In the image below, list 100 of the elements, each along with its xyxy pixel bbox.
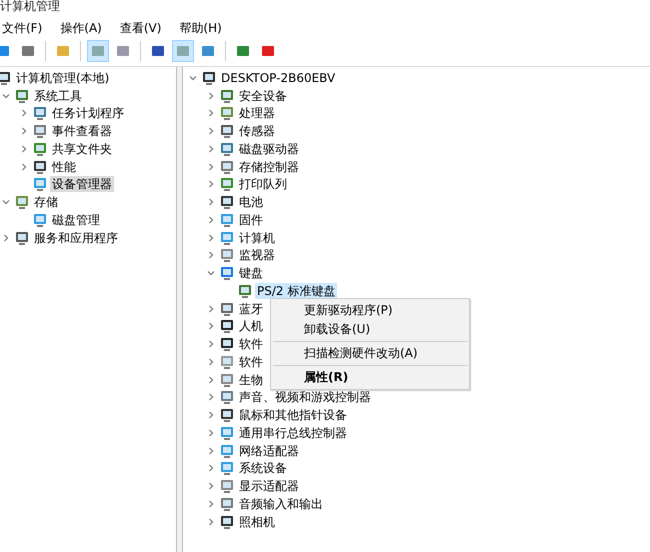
tree-item[interactable]: 鼠标和其他指针设备	[237, 407, 349, 424]
tree-item[interactable]: 磁盘管理	[50, 212, 102, 228]
chevron-icon[interactable]	[207, 464, 215, 472]
device-icon	[0, 70, 12, 86]
tree-item[interactable]: 处理器	[237, 105, 277, 122]
tree-item[interactable]: 传感器	[237, 123, 277, 140]
tool-icon	[260, 43, 276, 59]
tree-item[interactable]: 生物	[237, 372, 265, 388]
tree-item[interactable]: 计算机	[237, 230, 277, 246]
device-icon	[219, 407, 235, 424]
chevron-icon[interactable]	[2, 234, 10, 242]
tree-item[interactable]: 电池	[237, 194, 265, 210]
tree-item[interactable]: 服务和应用程序	[32, 230, 120, 246]
context-menu-item[interactable]: 扫描检测硬件改动(A)	[271, 344, 469, 363]
chevron-icon[interactable]	[20, 144, 28, 153]
chevron-icon[interactable]	[207, 216, 215, 224]
chevron-icon[interactable]	[2, 198, 10, 206]
tree-item[interactable]: 系统设备	[237, 460, 289, 476]
tree-item[interactable]: 监视器	[237, 247, 277, 264]
chevron-icon[interactable]	[207, 109, 215, 118]
tree-item[interactable]: 显示适配器	[237, 478, 301, 494]
tree-item[interactable]: 键盘	[237, 265, 265, 282]
menu-item[interactable]: 查看(V)	[118, 20, 164, 36]
device-icon	[14, 88, 30, 104]
device-icon	[201, 70, 217, 86]
device-icon	[219, 478, 235, 494]
device-icon	[219, 265, 235, 282]
tree-item[interactable]: 性能	[50, 158, 78, 175]
tree-item[interactable]: 软件	[237, 336, 265, 352]
device-icon	[219, 424, 235, 441]
chevron-icon[interactable]	[207, 322, 215, 330]
menu-item[interactable]: 帮助(H)	[177, 20, 224, 36]
tree-item[interactable]: 设备管理器	[50, 176, 114, 192]
device-icon	[219, 460, 235, 476]
chevron-icon[interactable]	[207, 358, 215, 366]
device-icon	[219, 336, 235, 352]
chevron-icon[interactable]	[207, 340, 215, 348]
chevron-icon[interactable]	[207, 393, 215, 402]
chevron-icon[interactable]	[207, 269, 215, 278]
chevron-icon[interactable]	[207, 251, 215, 260]
tree-item[interactable]: DESKTOP-2B60EBV	[219, 70, 338, 86]
tree-item[interactable]: 存储控制器	[237, 158, 301, 175]
context-menu-item[interactable]: 卸载设备(U)	[271, 320, 469, 339]
chevron-icon[interactable]	[207, 304, 215, 313]
tree-item[interactable]: 系统工具	[32, 88, 84, 104]
chevron-icon[interactable]	[207, 411, 215, 420]
chevron-icon[interactable]	[207, 127, 215, 136]
chevron-icon[interactable]	[20, 162, 28, 171]
chevron-icon[interactable]	[207, 500, 215, 508]
tool-icon	[20, 43, 36, 59]
tree-item[interactable]: 存储	[32, 194, 60, 210]
device-icon	[219, 194, 235, 210]
tree-item[interactable]: 共享文件夹	[50, 140, 114, 157]
tree-item[interactable]: 通用串行总线控制器	[237, 424, 349, 441]
tree-item[interactable]: 事件查看器	[50, 123, 114, 140]
tree-item[interactable]: 固件	[237, 212, 265, 228]
chevron-icon[interactable]	[207, 428, 215, 437]
chevron-icon[interactable]	[207, 162, 215, 171]
tree-item[interactable]: 网络适配器	[237, 442, 301, 459]
tree-item[interactable]: 人机	[237, 318, 265, 334]
menu-item[interactable]: 文件(F)	[0, 20, 44, 36]
device-icon	[32, 140, 48, 157]
chevron-icon[interactable]	[207, 518, 215, 526]
chevron-icon[interactable]	[207, 92, 215, 100]
chevron-icon[interactable]	[207, 198, 215, 206]
tree-item[interactable]: 任务计划程序	[50, 105, 126, 122]
chevron-icon[interactable]	[20, 109, 28, 118]
device-icon	[219, 247, 235, 264]
chevron-icon[interactable]	[207, 144, 215, 153]
chevron-icon[interactable]	[207, 180, 215, 188]
context-menu-item[interactable]: 更新驱动程序(P)	[271, 301, 469, 320]
tree-item[interactable]: 计算机管理(本地)	[14, 70, 112, 86]
menu-item[interactable]: 操作(A)	[58, 20, 104, 36]
chevron-icon[interactable]	[2, 92, 10, 100]
chevron-icon[interactable]	[207, 376, 215, 384]
tree-item[interactable]: 音频输入和输出	[237, 496, 325, 512]
chevron-icon[interactable]	[20, 127, 28, 136]
tree-item[interactable]: 照相机	[237, 514, 277, 530]
tree-item[interactable]: 声音、视频和游戏控制器	[237, 389, 373, 406]
tree-item[interactable]: 磁盘驱动器	[237, 140, 301, 157]
device-icon	[219, 88, 235, 104]
tree-item[interactable]: 安全设备	[237, 88, 289, 104]
device-icon	[14, 230, 30, 246]
tree-item[interactable]: 打印队列	[237, 176, 289, 192]
device-icon	[32, 176, 48, 192]
device-icon	[219, 230, 235, 246]
window-title: 计算机管理	[0, 0, 60, 12]
tool-icon	[175, 43, 191, 59]
chevron-icon[interactable]	[207, 482, 215, 490]
context-menu-item[interactable]: 属性(R)	[271, 368, 469, 387]
tree-item[interactable]: PS/2 标准键盘	[255, 282, 338, 299]
chevron-icon[interactable]	[189, 74, 197, 82]
chevron-icon[interactable]	[207, 446, 215, 455]
device-icon	[32, 158, 48, 175]
tree-item[interactable]: 软件	[237, 354, 265, 370]
chevron-icon[interactable]	[207, 234, 215, 242]
device-icon	[219, 158, 235, 175]
device-icon	[219, 389, 235, 406]
tree-item[interactable]: 蓝牙	[237, 300, 265, 317]
device-icon	[219, 212, 235, 228]
